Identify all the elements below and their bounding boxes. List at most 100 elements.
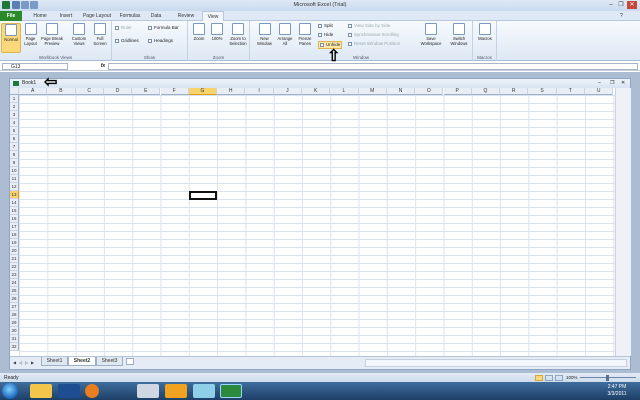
sheet-tab-3[interactable]: Sheet3 [96, 357, 123, 366]
page-layout-view-button[interactable]: Page Layout [22, 23, 39, 46]
column-header[interactable]: O [415, 88, 444, 95]
column-header[interactable]: L [330, 88, 359, 95]
column-header[interactable]: E [132, 88, 161, 95]
row-header[interactable]: 14 [10, 199, 19, 207]
excel-taskbar-icon[interactable] [220, 384, 242, 398]
gridlines-checkbox[interactable]: Gridlines [115, 38, 139, 44]
row-header[interactable]: 8 [10, 151, 19, 159]
switch-windows-button[interactable]: Switch Windows [446, 23, 472, 46]
row-header[interactable]: 13 [10, 191, 19, 199]
row-header[interactable]: 24 [10, 279, 19, 287]
custom-views-button[interactable]: Custom Views [69, 23, 89, 46]
formula-bar-checkbox[interactable]: Formula Bar [148, 25, 179, 31]
vertical-scrollbar[interactable] [615, 88, 631, 356]
normal-view-button[interactable]: Normal [1, 23, 21, 53]
prev-sheet-icon[interactable]: ◁ [18, 360, 23, 366]
row-header[interactable]: 26 [10, 295, 19, 303]
row-header[interactable]: 4 [10, 119, 19, 127]
tab-home[interactable]: Home [30, 11, 50, 21]
save-workspace-button[interactable]: Save Workspace [418, 23, 444, 46]
column-header[interactable]: M [358, 88, 387, 95]
first-sheet-icon[interactable]: ◀ [12, 360, 17, 366]
explorer-icon[interactable] [30, 384, 52, 398]
hide-button[interactable]: Hide [318, 32, 333, 38]
page-layout-status-icon[interactable] [545, 375, 553, 381]
tab-formulas[interactable]: Formulas [117, 11, 143, 21]
minimize-button[interactable]: – [606, 1, 616, 9]
row-header[interactable]: 28 [10, 311, 19, 319]
row-header[interactable]: 1 [10, 95, 19, 103]
active-cell[interactable] [188, 191, 218, 200]
row-header[interactable]: 9 [10, 159, 19, 167]
tab-insert[interactable]: Insert [55, 11, 77, 21]
insert-function-button[interactable]: fx [99, 63, 107, 70]
ruler-checkbox[interactable]: Ruler [115, 25, 132, 31]
column-header[interactable]: S [528, 88, 557, 95]
zoom-button[interactable]: Zoom [191, 23, 207, 41]
start-button[interactable] [2, 383, 18, 399]
close-button[interactable]: ✕ [627, 1, 637, 9]
formula-input[interactable] [108, 63, 638, 70]
row-header[interactable]: 21 [10, 255, 19, 263]
tab-review[interactable]: Review [174, 11, 198, 21]
column-header[interactable]: N [386, 88, 416, 95]
column-header[interactable]: U [585, 88, 614, 95]
column-header[interactable]: F [160, 88, 189, 95]
headings-checkbox[interactable]: Headings [148, 38, 173, 44]
system-clock[interactable]: 2:47 PM 3/3/2011 [596, 384, 638, 398]
column-header[interactable]: I [245, 88, 274, 95]
column-header[interactable]: C [75, 88, 104, 95]
arrange-all-button[interactable]: Arrange All [275, 23, 295, 46]
row-header[interactable]: 12 [10, 183, 19, 191]
sheet-tab-2[interactable]: Sheet2 [68, 357, 96, 366]
wb-minimize-button[interactable]: – [598, 79, 601, 88]
column-header[interactable]: B [47, 88, 76, 95]
zoom-to-selection-button[interactable]: Zoom to Selection [227, 23, 249, 46]
new-window-button[interactable]: New Window [254, 23, 275, 46]
row-header[interactable]: 30 [10, 327, 19, 335]
freeze-panes-button[interactable]: Freeze Panes [295, 23, 315, 46]
column-header[interactable]: D [103, 88, 133, 95]
row-header[interactable]: 5 [10, 127, 19, 135]
row-header[interactable]: 11 [10, 175, 19, 183]
row-header[interactable]: 18 [10, 231, 19, 239]
reset-window-position-button[interactable]: Reset Window Position [348, 41, 400, 47]
view-side-by-side-button[interactable]: View Side by Side [348, 23, 390, 29]
insert-sheet-icon[interactable] [126, 358, 134, 365]
column-header[interactable]: G [188, 88, 218, 95]
wb-close-button[interactable]: ✕ [621, 79, 625, 88]
sheet-tab-1[interactable]: Sheet1 [41, 357, 68, 366]
horizontal-scrollbar[interactable] [365, 359, 627, 367]
row-header[interactable]: 22 [10, 263, 19, 271]
media-player-icon[interactable] [58, 384, 80, 398]
tab-file[interactable]: File [0, 11, 22, 21]
row-header[interactable]: 3 [10, 111, 19, 119]
outlook-icon[interactable] [165, 384, 187, 398]
column-header[interactable]: H [217, 88, 246, 95]
normal-view-status-icon[interactable] [535, 375, 543, 381]
row-header[interactable]: 2 [10, 103, 19, 111]
firefox-icon[interactable] [85, 384, 99, 398]
row-header[interactable]: 15 [10, 207, 19, 215]
column-header[interactable]: Q [471, 88, 501, 95]
row-header[interactable]: 32 [10, 343, 19, 351]
column-header[interactable]: A [19, 88, 48, 95]
restore-button[interactable]: ❐ [616, 1, 626, 9]
column-header[interactable]: K [302, 88, 331, 95]
row-header[interactable]: 27 [10, 303, 19, 311]
row-header[interactable]: 10 [10, 167, 19, 175]
row-header[interactable]: 17 [10, 223, 19, 231]
cells[interactable] [19, 95, 615, 356]
zoom-100-button[interactable]: 100% [209, 23, 225, 41]
last-sheet-icon[interactable]: ▶ [30, 360, 35, 366]
row-header[interactable]: 23 [10, 271, 19, 279]
column-header[interactable]: J [273, 88, 302, 95]
paint-icon[interactable] [137, 384, 159, 398]
split-button[interactable]: Split [318, 23, 333, 29]
full-screen-button[interactable]: Full Screen [90, 23, 110, 46]
page-break-preview-button[interactable]: Page Break Preview [40, 23, 64, 46]
select-all-corner[interactable] [10, 88, 19, 95]
row-header[interactable]: 16 [10, 215, 19, 223]
tab-data[interactable]: Data [147, 11, 165, 21]
row-header[interactable]: 29 [10, 319, 19, 327]
